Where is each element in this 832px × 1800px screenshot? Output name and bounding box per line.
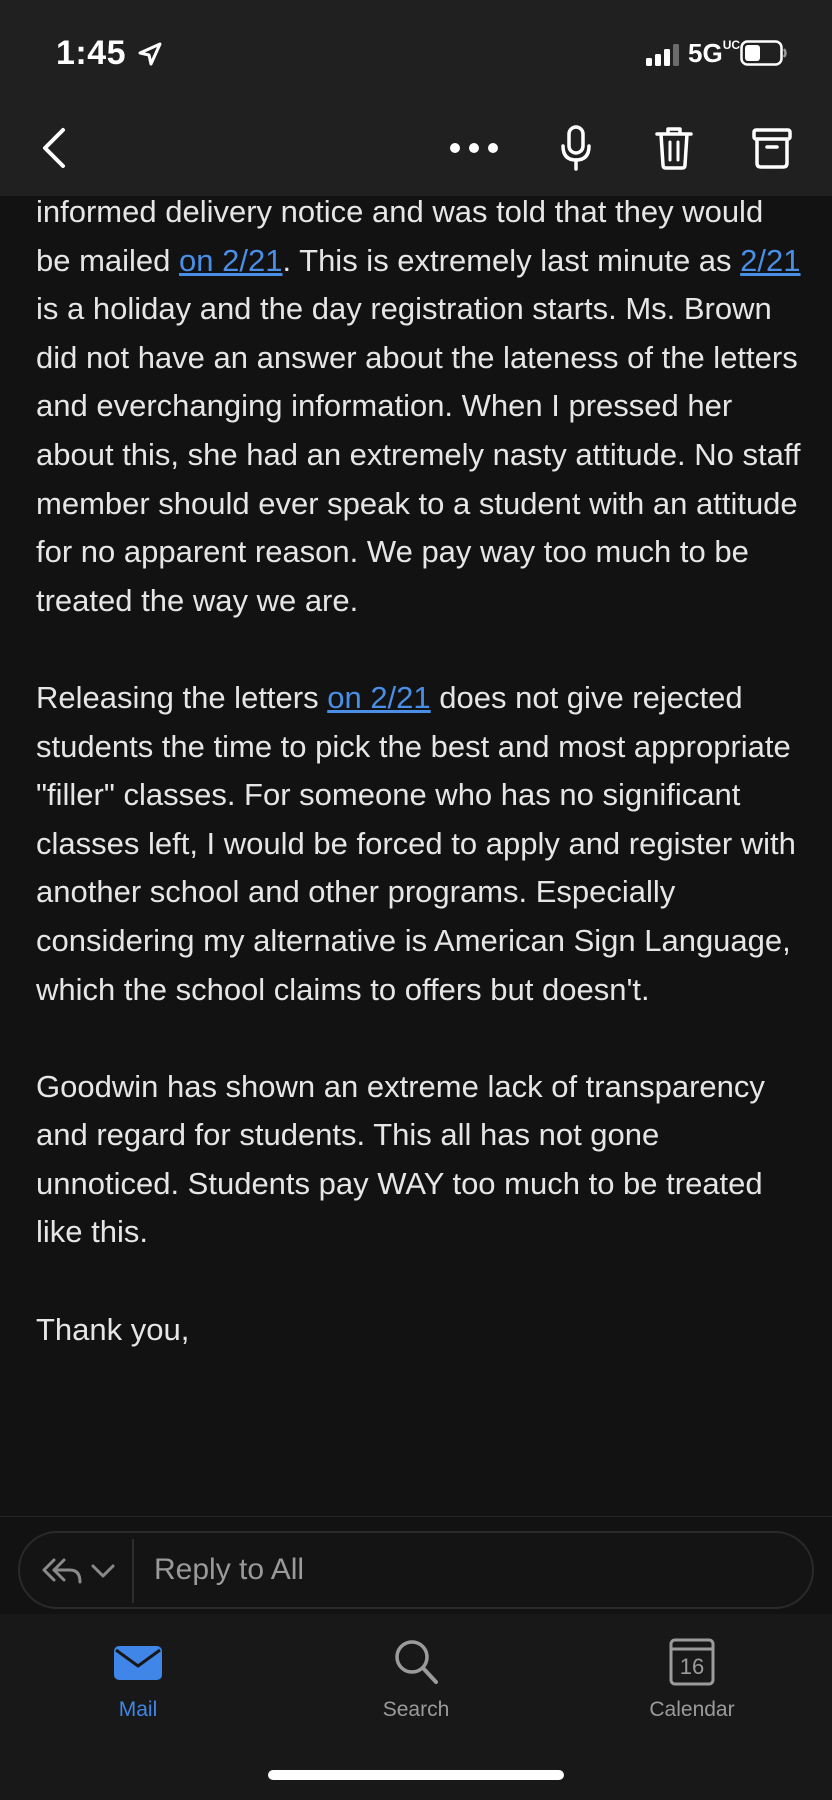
calendar-icon: 16 <box>668 1634 716 1690</box>
dictate-button[interactable] <box>548 118 604 178</box>
email-toolbar <box>0 100 832 196</box>
reply-divider <box>132 1539 134 1603</box>
tab-label: Mail <box>118 1698 158 1721</box>
network-label: 5GUC <box>688 38 741 68</box>
email-text: . This is extremely last minute as <box>282 242 741 278</box>
date-link[interactable]: 2/21 <box>740 243 800 278</box>
email-signoff: Thank you, <box>36 1311 190 1347</box>
email-paragraph-3: Goodwin has shown an extreme lack of tra… <box>36 1068 765 1250</box>
archive-icon <box>752 128 792 169</box>
status-time: 1:45 <box>56 34 127 72</box>
status-bar: 1:45 5GUC <box>0 0 832 100</box>
location-arrow-icon <box>138 42 162 66</box>
tab-label: Calendar <box>649 1698 735 1721</box>
delete-button[interactable] <box>646 118 702 178</box>
email-text: does not give rejected students the time… <box>36 679 796 1007</box>
back-button[interactable] <box>26 120 82 176</box>
trash-icon <box>655 127 693 170</box>
date-link[interactable]: on 2/21 <box>179 243 282 278</box>
more-button[interactable] <box>436 120 512 176</box>
calendar-day: 16 <box>679 1654 705 1679</box>
reply-bar: Reply to All <box>0 1516 832 1615</box>
microphone-icon <box>561 125 591 171</box>
chevron-down-icon <box>91 1564 115 1578</box>
email-paragraph-1: informed delivery notice and was told th… <box>36 188 806 625</box>
email-text: is a holiday and the day registration st… <box>36 291 801 618</box>
mail-icon <box>114 1646 162 1680</box>
reply-options-button[interactable] <box>40 1543 140 1599</box>
ellipsis-icon <box>450 143 498 153</box>
tab-bar: Mail Search 16 Calendar <box>0 1614 832 1800</box>
tab-search[interactable]: Search <box>336 1634 496 1734</box>
email-paragraph-2: Releasing the letters on 2/21 does not g… <box>36 674 806 1014</box>
signal-icon <box>646 44 679 66</box>
network-suffix: UC <box>722 38 741 52</box>
archive-button[interactable] <box>744 118 800 178</box>
reply-field[interactable]: Reply to All <box>18 1531 814 1609</box>
reply-placeholder: Reply to All <box>154 1553 305 1586</box>
search-icon <box>395 1640 438 1684</box>
home-indicator[interactable] <box>268 1770 564 1780</box>
reply-all-icon <box>42 1558 82 1584</box>
email-text: Releasing the letters <box>36 679 328 715</box>
tab-mail[interactable]: Mail <box>58 1634 218 1734</box>
chevron-left-icon <box>43 128 65 168</box>
date-link[interactable]: on 2/21 <box>327 680 430 715</box>
email-body: informed delivery notice and was told th… <box>36 188 806 1403</box>
tab-calendar[interactable]: 16 Calendar <box>612 1634 772 1734</box>
tab-label: Search <box>382 1698 450 1721</box>
battery-icon <box>740 40 787 66</box>
